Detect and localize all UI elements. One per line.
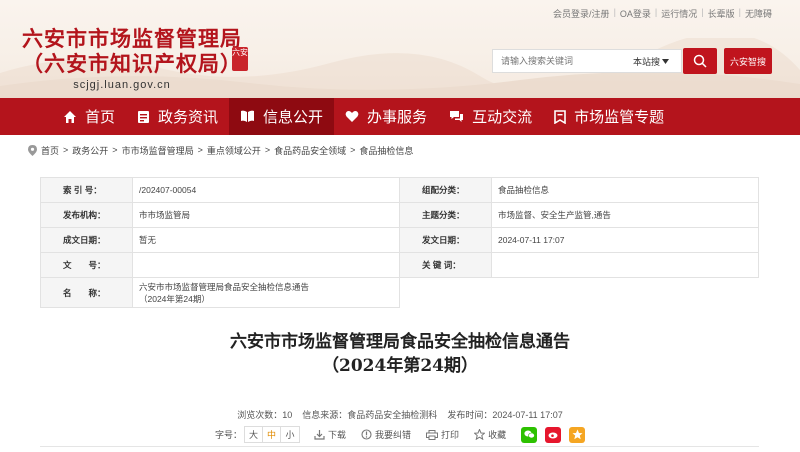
- chevron-down-icon: [662, 58, 670, 64]
- article-title: 六安市市场监督管理局食品安全抽检信息通告 （2024年第24期）: [230, 332, 570, 376]
- font-size-switcher: 大 中 小: [244, 426, 301, 443]
- meta-row: 成文日期： 暂无 发文日期： 2024-07-11 17:07: [40, 227, 759, 253]
- wechat-icon: [523, 430, 535, 439]
- breadcrumb-bureau[interactable]: 市市场监督管理局: [122, 144, 194, 157]
- accessibility-link[interactable]: 无障碍: [745, 7, 772, 20]
- download-button[interactable]: 下载: [314, 428, 346, 441]
- topic-value: 市场监督、安全生产监管,通告: [491, 202, 759, 228]
- search-scope-select[interactable]: 本站搜: [633, 55, 681, 68]
- main-nav: 首页 政务资讯 信息公开 办事服务 互动交流 市场监管专题: [0, 98, 800, 135]
- doc-number-value: [132, 252, 400, 278]
- print-button[interactable]: 打印: [426, 428, 459, 441]
- index-label: 索 引 号：: [40, 177, 133, 203]
- search-button[interactable]: [683, 48, 717, 74]
- home-icon: [64, 110, 76, 123]
- oa-login-link[interactable]: OA登录: [620, 7, 651, 20]
- publisher-value: 市市场监管局: [132, 202, 400, 228]
- status-link[interactable]: 运行情况: [661, 7, 697, 20]
- article-info: 浏览次数：10 信息来源：食品药品安全抽检测科 发布时间：2024-07-11 …: [0, 408, 800, 421]
- published-date-value: 2024-07-11 17:07: [491, 227, 759, 253]
- meta-row: 索 引 号： /202407-00054 组配分类： 食品抽检信息: [40, 177, 759, 203]
- share-qzone-button[interactable]: [569, 426, 586, 443]
- breadcrumb: 首页 > 政务公开 > 市市场监督管理局 > 重点领域公开 > 食品药品安全领域 > 食品…: [0, 135, 800, 165]
- breadcrumb-gov-open[interactable]: 政务公开: [72, 144, 108, 157]
- info-source: 信息来源：食品药品安全抽检测科: [302, 410, 438, 420]
- site-logo[interactable]: 六安市市场监督管理局 （六安市知识产权局） scjgj.luan.gov.cn: [22, 27, 242, 91]
- nav-interaction[interactable]: 互动交流: [438, 98, 543, 135]
- keywords-label: 关 键 词：: [399, 252, 492, 278]
- index-value: /202407-00054: [132, 177, 400, 203]
- book-icon: [241, 110, 255, 122]
- top-links: 会员登录/注册 | OA登录 | 运行情况 | 长辈版 | 无障碍: [553, 7, 772, 20]
- meta-row: 名 称： 六安市市场监督管理局食品安全抽检信息通告 （2024年第24期）: [40, 277, 759, 308]
- share-wechat-button[interactable]: [521, 426, 538, 443]
- site-title-line2: （六安市知识产权局）: [22, 52, 242, 76]
- created-date-label: 成文日期：: [40, 227, 133, 253]
- breadcrumb-key-areas[interactable]: 重点领域公开: [207, 144, 261, 157]
- font-size-label: 字号：: [215, 430, 243, 440]
- document-meta-table: 索 引 号： /202407-00054 组配分类： 食品抽检信息 发布机构： …: [40, 177, 759, 308]
- star-icon: [474, 429, 486, 440]
- report-error-icon: [361, 429, 372, 440]
- created-date-value: 暂无: [132, 227, 400, 253]
- category-value: 食品抽检信息: [491, 177, 759, 203]
- weibo-icon: [548, 432, 558, 439]
- site-title-line1: 六安市市场监督管理局: [22, 27, 242, 51]
- search-input[interactable]: [493, 56, 633, 66]
- heart-icon: [345, 111, 359, 122]
- divider: [40, 446, 759, 447]
- site-domain: scjgj.luan.gov.cn: [73, 79, 171, 91]
- report-error-button[interactable]: 我要纠错: [361, 428, 411, 441]
- font-size-medium[interactable]: 中: [263, 427, 282, 442]
- category-label: 组配分类：: [399, 177, 492, 203]
- font-size-large[interactable]: 大: [245, 427, 264, 442]
- meta-row: 发布机构： 市市场监管局 主题分类： 市场监督、安全生产监管,通告: [40, 202, 759, 228]
- breadcrumb-home[interactable]: 首页: [41, 144, 59, 157]
- doc-number-label: 文 号：: [40, 252, 133, 278]
- site-header: 会员登录/注册 | OA登录 | 运行情况 | 长辈版 | 无障碍 六安市市场监督管理局…: [0, 0, 800, 98]
- search-icon: [693, 54, 707, 68]
- publisher-label: 发布机构：: [40, 202, 133, 228]
- location-pin-icon: [28, 144, 37, 156]
- font-size-small[interactable]: 小: [281, 427, 299, 442]
- meta-row: 文 号： 关 键 词：: [40, 252, 759, 278]
- name-value: 六安市市场监督管理局食品安全抽检信息通告 （2024年第24期）: [132, 277, 400, 308]
- nav-info-disclosure[interactable]: 信息公开: [229, 98, 335, 135]
- download-icon: [314, 429, 325, 440]
- breadcrumb-sampling[interactable]: 食品抽检信息: [359, 144, 413, 157]
- smart-search-button[interactable]: 六安智搜: [724, 48, 772, 74]
- document-icon: [138, 110, 150, 123]
- bookmark-icon: [554, 109, 566, 124]
- published-date-label: 发文日期：: [399, 227, 492, 253]
- article-toolbar: 字号： 大 中 小 下载 我要纠错 打印 收藏: [215, 426, 591, 443]
- elder-version-link[interactable]: 长辈版: [708, 7, 735, 20]
- qzone-star-icon: [572, 429, 583, 440]
- publish-time: 发布时间：2024-07-11 17:07: [447, 410, 563, 420]
- seal-stamp: 六安: [232, 47, 248, 71]
- topic-label: 主题分类：: [399, 202, 492, 228]
- view-count: 浏览次数：10: [237, 410, 293, 420]
- nav-services[interactable]: 办事服务: [334, 98, 438, 135]
- member-login-link[interactable]: 会员登录/注册: [553, 7, 610, 20]
- print-icon: [426, 429, 439, 440]
- share-weibo-button[interactable]: [545, 426, 562, 443]
- search-box: 本站搜: [492, 49, 682, 73]
- nav-home[interactable]: 首页: [52, 98, 126, 135]
- breadcrumb-food-drug[interactable]: 食品药品安全领域: [274, 144, 346, 157]
- chat-icon: [450, 111, 464, 122]
- name-label: 名 称：: [40, 277, 133, 308]
- nav-market-topics[interactable]: 市场监管专题: [543, 98, 675, 135]
- favorite-button[interactable]: 收藏: [474, 428, 506, 441]
- nav-gov-news[interactable]: 政务资讯: [126, 98, 229, 135]
- keywords-value: [491, 252, 759, 278]
